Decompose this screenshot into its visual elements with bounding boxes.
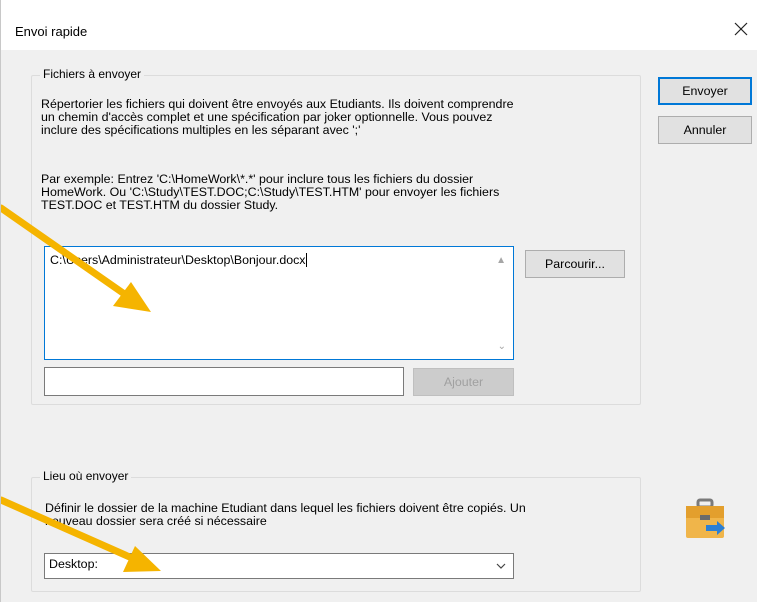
- arrow-to-destination: [1, 496, 161, 572]
- quick-send-dialog: Envoi rapide Fichiers à envoyer Répertor…: [0, 0, 757, 602]
- arrow-to-file-list: [1, 204, 151, 312]
- annotation-arrows: [1, 204, 161, 572]
